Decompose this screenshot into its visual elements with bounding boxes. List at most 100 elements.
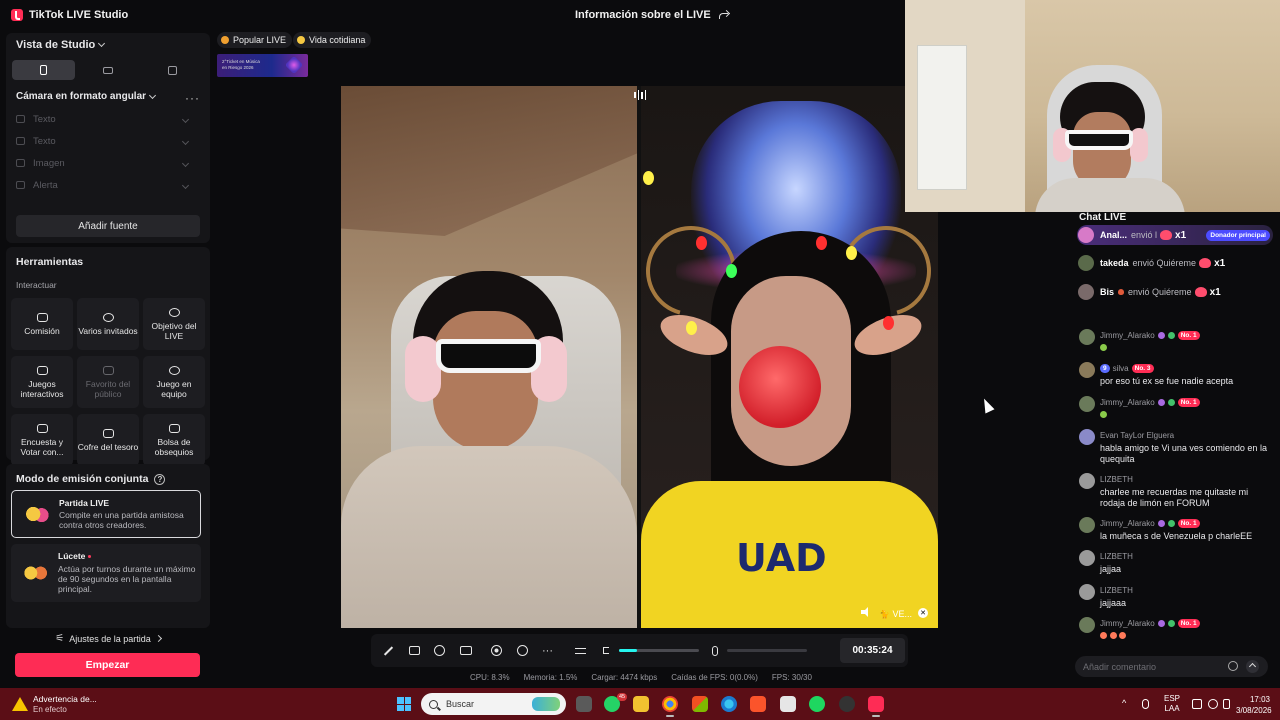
search-highlight-image	[532, 697, 560, 711]
taskbar-search[interactable]: Buscar	[421, 693, 566, 715]
chat-text	[1100, 410, 1275, 421]
tool-label: Objetivo del LIVE	[151, 320, 197, 341]
fan-badge-icon	[1157, 332, 1165, 339]
start-button[interactable]: Empezar	[15, 653, 200, 677]
record-icon[interactable]	[490, 644, 503, 657]
tag-daily-life[interactable]: Vida cotidiana	[293, 32, 372, 48]
edge-icon[interactable]	[721, 696, 737, 712]
settings-sliders-icon[interactable]	[574, 644, 587, 657]
tray-mic-icon[interactable]	[1142, 699, 1149, 709]
tool-commission[interactable]: Comisión	[11, 298, 73, 350]
mode-spotlight[interactable]: Lúcete Actúa por turnos durante un máxim…	[11, 544, 201, 602]
streamer-body	[1035, 178, 1185, 212]
magic-wand-icon[interactable]	[382, 644, 395, 657]
tool-live-goal[interactable]: Objetivo del LIVE	[143, 298, 205, 350]
tray-chevron-icon[interactable]: ^	[1122, 698, 1126, 708]
language-indicator[interactable]: ESP LAA	[1164, 694, 1180, 714]
chat-message[interactable]: Jimmy_Alarako No. 1	[1079, 617, 1274, 645]
volume-icon[interactable]	[599, 644, 612, 657]
tool-audience-favorite[interactable]: Favorito del público	[77, 356, 139, 408]
event-banner[interactable]: 2°Ticket en Música en Riesgo 2026	[217, 54, 308, 77]
scene-dropdown[interactable]: Cámara en formato angular	[16, 91, 157, 102]
gift-row[interactable]: takeda envió Quiéreme x1	[1077, 253, 1273, 273]
control-bar: ··· 00:35:24	[371, 634, 908, 667]
chat-message[interactable]: LIZBETH charlee me recuerdas me quitaste…	[1079, 473, 1274, 511]
cpu-stat: CPU: 8.3%	[470, 673, 510, 682]
app-root: TikTok LIVE Studio Información sobre el …	[0, 0, 1280, 720]
battery-icon[interactable]	[1223, 699, 1230, 709]
help-icon[interactable]: ?	[154, 473, 166, 485]
source-item[interactable]: Texto	[16, 111, 200, 127]
network-icon[interactable]	[1192, 699, 1202, 709]
tool-label: Varios invitados	[78, 325, 138, 336]
more-icon[interactable]: ···	[541, 644, 554, 657]
chat-message[interactable]: Evan TayLor Elguera habla amigo te Vi un…	[1079, 429, 1274, 467]
emoji-picker-icon[interactable]	[1228, 661, 1238, 671]
gift-row[interactable]: Anal... envió l x1 Donador principal	[1077, 225, 1273, 245]
tool-interactive-games[interactable]: Juegos interactivos	[11, 356, 73, 408]
warning-subtitle: En efecto	[33, 705, 67, 714]
mode-name-wrap: Lúcete	[58, 551, 92, 561]
taskbar-clock[interactable]: 17:03 3/08/2026	[1236, 694, 1272, 716]
chrome-icon[interactable]	[662, 696, 678, 717]
tool-poll[interactable]: Encuesta y Votar con...	[11, 414, 73, 466]
volume-tray-icon[interactable]	[1208, 699, 1218, 709]
windows-start-icon[interactable]	[397, 697, 411, 711]
chat-message[interactable]: Jimmy_Alarako No. 1 la muñeca s de Venezu…	[1079, 517, 1274, 545]
tool-gift-bag[interactable]: Bolsa de obsequios	[143, 414, 205, 466]
avatar	[1079, 584, 1095, 600]
add-source-button[interactable]: Añadir fuente	[16, 215, 200, 237]
live-info-button[interactable]: Información sobre el LIVE	[575, 9, 730, 21]
guest-name-tag[interactable]: 🐈 VE...	[880, 609, 912, 619]
tool-team-game[interactable]: Juego en equipo	[143, 356, 205, 408]
avatar	[1079, 617, 1095, 633]
source-item[interactable]: Imagen	[16, 155, 200, 171]
tool-label: Cofre del tesoro	[77, 441, 139, 452]
gift-row[interactable]: Bis envió Quiéreme x1	[1077, 282, 1273, 302]
microphone-icon[interactable]	[708, 644, 721, 657]
chat-message[interactable]: LIZBETH jajjaa	[1079, 550, 1274, 578]
warning-title[interactable]: Advertencia de...	[33, 694, 97, 704]
portrait-format-button[interactable]	[12, 60, 75, 80]
replay-icon[interactable]	[516, 644, 529, 657]
lang-top: ESP	[1164, 694, 1181, 703]
tiktok-studio-icon[interactable]	[868, 696, 884, 717]
chat-message[interactable]: Jimmy_Alarako No. 1	[1079, 329, 1274, 355]
spotify-icon[interactable]	[809, 696, 825, 712]
file-explorer-icon[interactable]	[633, 696, 649, 712]
chat-message[interactable]: LIZBETH jajjaaa	[1079, 584, 1274, 612]
studio-view-dropdown[interactable]: Vista de Studio	[16, 39, 106, 51]
mic-level-slider[interactable]	[727, 649, 807, 652]
ai-icon[interactable]	[433, 644, 446, 657]
close-guest-icon[interactable]: ✕	[918, 608, 928, 618]
screen-add-icon[interactable]	[459, 644, 472, 657]
mode-live-match[interactable]: Partida LIVE Compite en una partida amis…	[11, 490, 201, 538]
brave-icon[interactable]	[750, 696, 766, 712]
chat-message[interactable]: 9 silva No. 3 por eso tú ex se fue nadie a…	[1079, 362, 1274, 390]
chat-message[interactable]: Jimmy_Alarako No. 1	[1079, 396, 1274, 422]
captions-icon[interactable]	[408, 644, 421, 657]
tool-multi-guest[interactable]: Varios invitados	[77, 298, 139, 350]
tag-popular-live[interactable]: Popular LIVE	[217, 32, 293, 48]
obs-icon[interactable]	[839, 696, 855, 712]
speaker-icon[interactable]	[861, 607, 871, 617]
volume-slider[interactable]	[619, 649, 699, 652]
send-icon[interactable]	[1246, 660, 1259, 673]
audio-bars-icon[interactable]	[634, 90, 646, 100]
banner-text: 2°Ticket en Música en Riesgo 2026	[222, 59, 260, 70]
landscape-format-button[interactable]	[77, 60, 140, 80]
light-bulb	[883, 316, 894, 330]
source-item[interactable]: Alerta	[16, 177, 200, 193]
more-options-icon[interactable]: ···	[185, 91, 200, 105]
task-view-icon[interactable]	[576, 696, 592, 712]
memory-stat: Memoria: 1.5%	[523, 673, 578, 682]
office-icon[interactable]	[692, 696, 708, 712]
comment-input[interactable]: Añadir comentario	[1075, 656, 1268, 677]
source-item[interactable]: Texto	[16, 133, 200, 149]
chevron-down-icon	[181, 159, 190, 167]
store-icon[interactable]	[780, 696, 796, 712]
tool-treasure-chest[interactable]: Cofre del tesoro	[77, 414, 139, 466]
dual-format-button[interactable]	[141, 60, 204, 80]
warning-icon[interactable]	[12, 697, 28, 711]
match-settings-link[interactable]: ⚟ Ajustes de la partida	[6, 633, 210, 644]
